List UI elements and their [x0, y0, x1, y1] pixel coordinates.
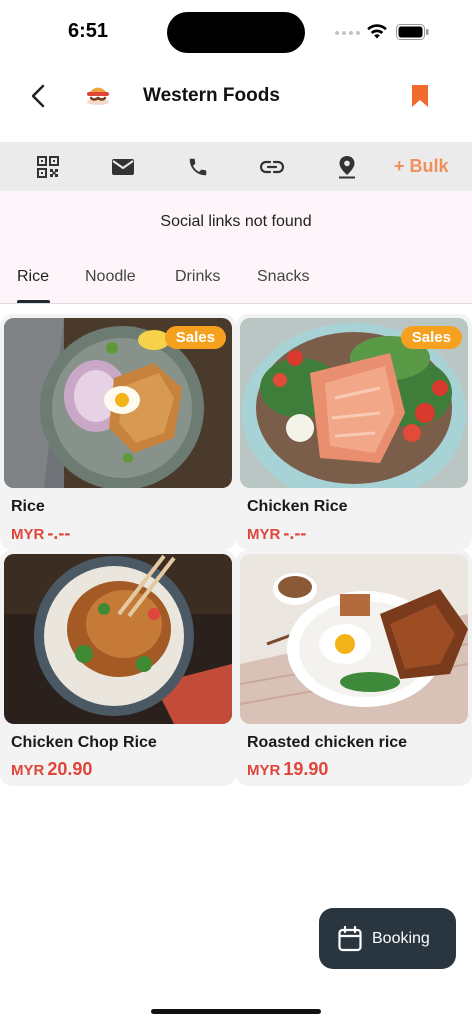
sales-badge: Sales	[400, 326, 462, 349]
booking-button[interactable]: Booking	[319, 908, 456, 969]
qr-code-icon	[37, 156, 59, 178]
back-button[interactable]	[24, 80, 52, 112]
phone-icon	[189, 158, 207, 176]
chevron-left-icon	[31, 84, 45, 108]
product-image: Sales	[240, 318, 468, 488]
shop-logo-icon	[87, 87, 109, 105]
product-image: Sales	[4, 318, 232, 488]
product-name: Chicken Chop Rice	[11, 734, 157, 751]
social-links-message: Social links not found	[160, 213, 312, 230]
dynamic-island	[167, 12, 305, 53]
product-price: MYR 19.90	[247, 759, 329, 779]
mail-icon	[112, 159, 134, 175]
product-price: MYR -.--	[11, 523, 71, 543]
sales-badge: Sales	[164, 326, 226, 349]
product-name: Rice	[11, 498, 45, 515]
contact-icon-bar: + Bulk	[0, 142, 472, 191]
battery-icon	[396, 24, 429, 40]
bookmark-icon[interactable]	[410, 84, 430, 108]
status-time: 6:51	[68, 20, 109, 42]
email-button[interactable]	[110, 154, 136, 180]
product-card[interactable]: Roasted chicken rice MYR 19.90	[236, 550, 472, 786]
tab-drinks[interactable]: Drinks	[175, 268, 220, 286]
link-button[interactable]	[259, 154, 285, 180]
home-indicator	[151, 1009, 321, 1014]
booking-label: Booking	[372, 930, 430, 947]
product-price: MYR 20.90	[11, 759, 93, 779]
product-card[interactable]: Chicken Chop Rice MYR 20.90	[0, 550, 236, 786]
product-price: MYR -.--	[247, 523, 307, 543]
product-card[interactable]: Sales Rice MYR -.--	[0, 314, 236, 550]
category-tabs: Rice Noodle Drinks Snacks	[0, 266, 472, 304]
tabs-divider	[0, 303, 472, 304]
qr-code-button[interactable]	[35, 154, 61, 180]
product-card[interactable]: Sales Chicken Rice MYR -.--	[236, 314, 472, 550]
tab-noodle[interactable]: Noodle	[85, 268, 136, 286]
link-icon	[260, 160, 284, 174]
app-header: Western Foods	[0, 62, 472, 142]
location-button[interactable]	[334, 154, 360, 180]
bulk-button[interactable]: + Bulk	[394, 156, 449, 177]
page-title: Western Foods	[143, 85, 280, 106]
product-name: Roasted chicken rice	[247, 734, 408, 751]
tab-snacks[interactable]: Snacks	[257, 268, 309, 286]
calendar-icon	[338, 926, 362, 952]
social-links-area: Social links not found Rice Noodle Drink…	[0, 191, 472, 304]
location-pin-icon	[339, 156, 355, 179]
cellular-signal-icon	[335, 31, 360, 35]
phone-button[interactable]	[185, 154, 211, 180]
tab-rice[interactable]: Rice	[17, 268, 49, 286]
product-image	[240, 554, 468, 724]
status-bar: 6:51	[0, 0, 472, 62]
wifi-icon	[367, 24, 387, 39]
product-name: Chicken Rice	[247, 498, 348, 515]
product-image	[4, 554, 232, 724]
